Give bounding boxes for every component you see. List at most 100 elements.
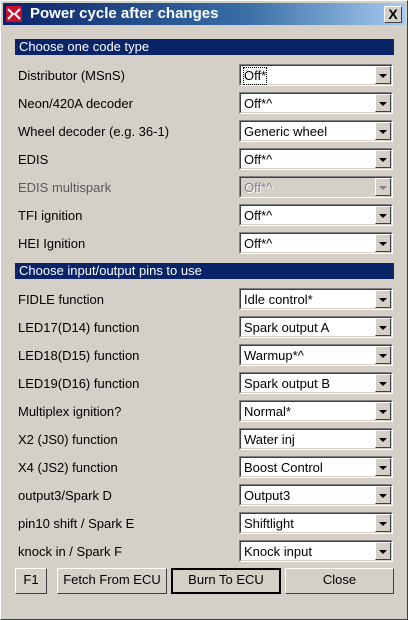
- dropdown-selected-value: Idle control*: [244, 292, 313, 308]
- close-button[interactable]: Close: [285, 568, 394, 594]
- dropdown-value-text: Shiftlight: [244, 516, 294, 531]
- dropdown-value-text: Boost Control: [244, 460, 323, 475]
- chevron-down-icon[interactable]: [375, 458, 391, 476]
- dropdown-value-text: Output3: [244, 488, 291, 503]
- setting-row-hei-ignition: HEI Ignition Off*^: [1, 232, 407, 256]
- dropdown-selected-value: Warmup*^: [244, 348, 304, 364]
- dropdown-selected-value: Water inj: [244, 432, 295, 448]
- chevron-down-icon[interactable]: [375, 486, 391, 504]
- setting-dropdown[interactable]: Knock input: [239, 540, 393, 562]
- setting-row-knock-in-spark-f: knock in / Spark F Knock input: [1, 540, 407, 564]
- setting-row-neon-420a-decoder: Neon/420A decoder Off*^: [1, 92, 407, 116]
- f1-help-button[interactable]: F1: [15, 568, 47, 594]
- dropdown-value-text: Off*: [244, 68, 267, 83]
- dropdown-selected-value: Off*^: [244, 208, 272, 224]
- setting-label: pin10 shift / Spark E: [18, 516, 135, 531]
- setting-label: Wheel decoder (e.g. 36-1): [18, 124, 170, 139]
- dropdown-selected-value: Knock input: [244, 544, 312, 560]
- setting-dropdown[interactable]: Off*^: [239, 204, 393, 226]
- dropdown-value-text: Off*^: [244, 236, 273, 251]
- dropdown-value-text: Idle control*: [244, 292, 313, 307]
- chevron-down-icon[interactable]: [375, 122, 391, 140]
- dropdown-value-text: Spark output B: [244, 376, 330, 391]
- chevron-down-icon[interactable]: [375, 150, 391, 168]
- setting-dropdown[interactable]: Boost Control: [239, 456, 393, 478]
- chevron-down-icon[interactable]: [375, 346, 391, 364]
- dropdown-selected-value: Output3: [244, 488, 290, 504]
- setting-label: output3/Spark D: [18, 488, 112, 503]
- setting-dropdown[interactable]: Off*: [239, 64, 393, 86]
- setting-row-fidle-function: FIDLE function Idle control*: [1, 288, 407, 312]
- setting-label: Distributor (MSnS): [18, 68, 125, 83]
- setting-label: Neon/420A decoder: [18, 96, 133, 111]
- dropdown-selected-value: Normal*: [244, 404, 291, 420]
- setting-row-x4-js2-function: X4 (JS2) function Boost Control: [1, 456, 407, 480]
- setting-dropdown[interactable]: Off*^: [239, 148, 393, 170]
- dropdown-selected-value: Off*^: [244, 180, 272, 196]
- dropdown-selected-value: Spark output B: [244, 376, 330, 392]
- setting-label: TFI ignition: [18, 208, 83, 223]
- chevron-down-icon[interactable]: [375, 542, 391, 560]
- title-bar[interactable]: Power cycle after changes X: [3, 3, 405, 25]
- chevron-down-icon[interactable]: [375, 318, 391, 336]
- setting-row-led19-d16-function: LED19(D16) function Spark output B: [1, 372, 407, 396]
- dropdown-value-text: Normal*: [244, 404, 291, 419]
- setting-dropdown: Off*^: [239, 176, 393, 198]
- setting-dropdown[interactable]: Generic wheel: [239, 120, 393, 142]
- section-header-io-pins: Choose input/output pins to use: [15, 263, 394, 279]
- burn-to-ecu-button[interactable]: Burn To ECU: [171, 568, 281, 594]
- app-icon: [6, 6, 22, 22]
- dropdown-value-text: Off*^: [244, 152, 273, 167]
- setting-dropdown[interactable]: Output3: [239, 484, 393, 506]
- close-window-button[interactable]: X: [384, 6, 402, 23]
- window-title: Power cycle after changes: [30, 5, 219, 22]
- dropdown-value-text: Warmup*^: [244, 348, 304, 363]
- dropdown-selected-value: Shiftlight: [244, 516, 294, 532]
- chevron-down-icon[interactable]: [375, 430, 391, 448]
- setting-label: HEI Ignition: [18, 236, 86, 251]
- setting-label: X4 (JS2) function: [18, 460, 118, 475]
- setting-label: LED19(D16) function: [18, 376, 140, 391]
- setting-row-edis: EDIS Off*^: [1, 148, 407, 172]
- chevron-down-icon[interactable]: [375, 94, 391, 112]
- dropdown-selected-value: Off*^: [244, 96, 272, 112]
- dropdown-value-text: Spark output A: [244, 320, 330, 335]
- setting-row-led17-d14-function: LED17(D14) function Spark output A: [1, 316, 407, 340]
- setting-label: EDIS multispark: [18, 180, 112, 195]
- dropdown-selected-value: Off*^: [244, 236, 272, 252]
- setting-dropdown[interactable]: Shiftlight: [239, 512, 393, 534]
- setting-label: EDIS: [18, 152, 49, 167]
- setting-row-distributor-msns: Distributor (MSnS) Off*: [1, 64, 407, 88]
- setting-label: Multiplex ignition?: [18, 404, 122, 419]
- setting-label: knock in / Spark F: [18, 544, 123, 559]
- setting-row-x2-js0-function: X2 (JS0) function Water inj: [1, 428, 407, 452]
- setting-row-wheel-decoder-e-g-36-1: Wheel decoder (e.g. 36-1) Generic wheel: [1, 120, 407, 144]
- setting-dropdown[interactable]: Idle control*: [239, 288, 393, 310]
- dropdown-selected-value: Generic wheel: [244, 124, 327, 140]
- setting-row-led18-d15-function: LED18(D15) function Warmup*^: [1, 344, 407, 368]
- setting-dropdown[interactable]: Spark output A: [239, 316, 393, 338]
- setting-dropdown[interactable]: Off*^: [239, 92, 393, 114]
- setting-dropdown[interactable]: Off*^: [239, 232, 393, 254]
- chevron-down-icon[interactable]: [375, 514, 391, 532]
- chevron-down-icon[interactable]: [375, 234, 391, 252]
- dropdown-selected-value: Spark output A: [244, 320, 329, 336]
- setting-label: X2 (JS0) function: [18, 432, 118, 447]
- fetch-from-ecu-button[interactable]: Fetch From ECU: [57, 568, 167, 594]
- chevron-down-icon[interactable]: [375, 374, 391, 392]
- chevron-down-icon[interactable]: [375, 206, 391, 224]
- setting-dropdown[interactable]: Warmup*^: [239, 344, 393, 366]
- section-header-code-type: Choose one code type: [15, 39, 394, 55]
- chevron-down-icon[interactable]: [375, 290, 391, 308]
- setting-dropdown[interactable]: Spark output B: [239, 372, 393, 394]
- dropdown-value-text: Off*^: [244, 180, 273, 195]
- chevron-down-icon[interactable]: [375, 66, 391, 84]
- setting-row-pin10-shift-spark-e: pin10 shift / Spark E Shiftlight: [1, 512, 407, 536]
- setting-dropdown[interactable]: Water inj: [239, 428, 393, 450]
- setting-dropdown[interactable]: Normal*: [239, 400, 393, 422]
- dropdown-value-text: Off*^: [244, 208, 273, 223]
- chevron-down-icon[interactable]: [375, 402, 391, 420]
- dropdown-value-text: Generic wheel: [244, 124, 328, 139]
- dropdown-selected-value: Boost Control: [244, 460, 323, 476]
- dropdown-selected-value: Off*^: [244, 152, 272, 168]
